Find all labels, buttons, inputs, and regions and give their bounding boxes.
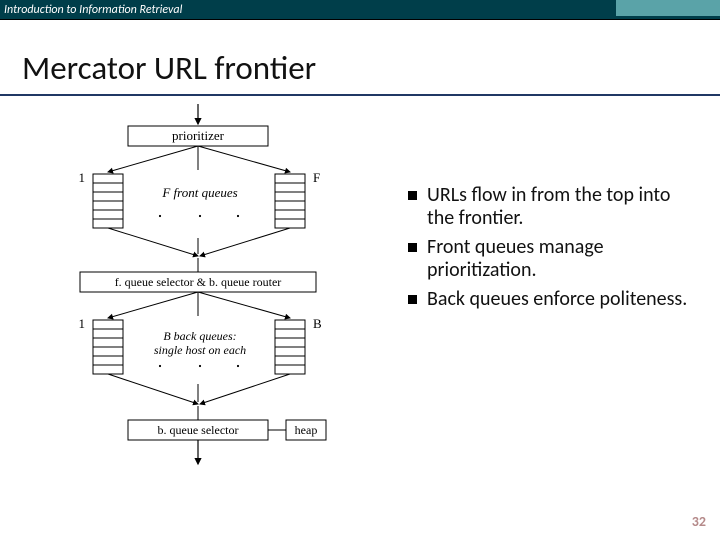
header-bar: Introduction to Information Retrieval: [0, 0, 720, 20]
svg-text:b. queue selector: b. queue selector: [158, 423, 239, 437]
list-item: Back queues enforce politeness.: [408, 288, 688, 311]
svg-text:B back queues:: B back queues:: [163, 329, 236, 343]
front-queue-left: [93, 174, 123, 228]
svg-text:F: F: [313, 170, 320, 185]
bullet-text: Back queues enforce politeness.: [427, 288, 687, 311]
bullet-icon: [408, 191, 417, 200]
mercator-diagram: prioritizer 1: [0, 104, 390, 474]
prioritizer-label: prioritizer: [172, 128, 225, 143]
svg-text:1: 1: [79, 170, 86, 185]
page-number: 32: [692, 513, 706, 530]
svg-text:heap: heap: [295, 423, 318, 437]
breadcrumb: Introduction to Information Retrieval: [4, 3, 182, 17]
title-rule: [0, 94, 720, 96]
list-item: URLs flow in from the top into the front…: [408, 184, 688, 230]
front-queue-right: [275, 174, 305, 228]
list-item: Front queues manage prioritization.: [408, 236, 688, 282]
page-title: Mercator URL frontier: [22, 48, 720, 88]
svg-text:B: B: [313, 316, 322, 331]
svg-text:F front queues: F front queues: [161, 185, 237, 200]
bullet-list: URLs flow in from the top into the front…: [408, 184, 688, 474]
header-accent: [616, 0, 720, 16]
diagram-svg: prioritizer 1: [0, 104, 390, 484]
svg-text:1: 1: [79, 316, 86, 331]
bullet-icon: [408, 243, 417, 252]
bullet-text: URLs flow in from the top into the front…: [427, 184, 688, 230]
bullet-text: Front queues manage prioritization.: [427, 236, 688, 282]
back-queue-left: [93, 320, 123, 374]
bullet-icon: [408, 295, 417, 304]
svg-text:f. queue selector & b. queue r: f. queue selector & b. queue router: [115, 275, 282, 289]
svg-text:single host on each: single host on each: [154, 343, 246, 357]
back-queue-right: [275, 320, 305, 374]
content-area: prioritizer 1: [0, 104, 720, 474]
